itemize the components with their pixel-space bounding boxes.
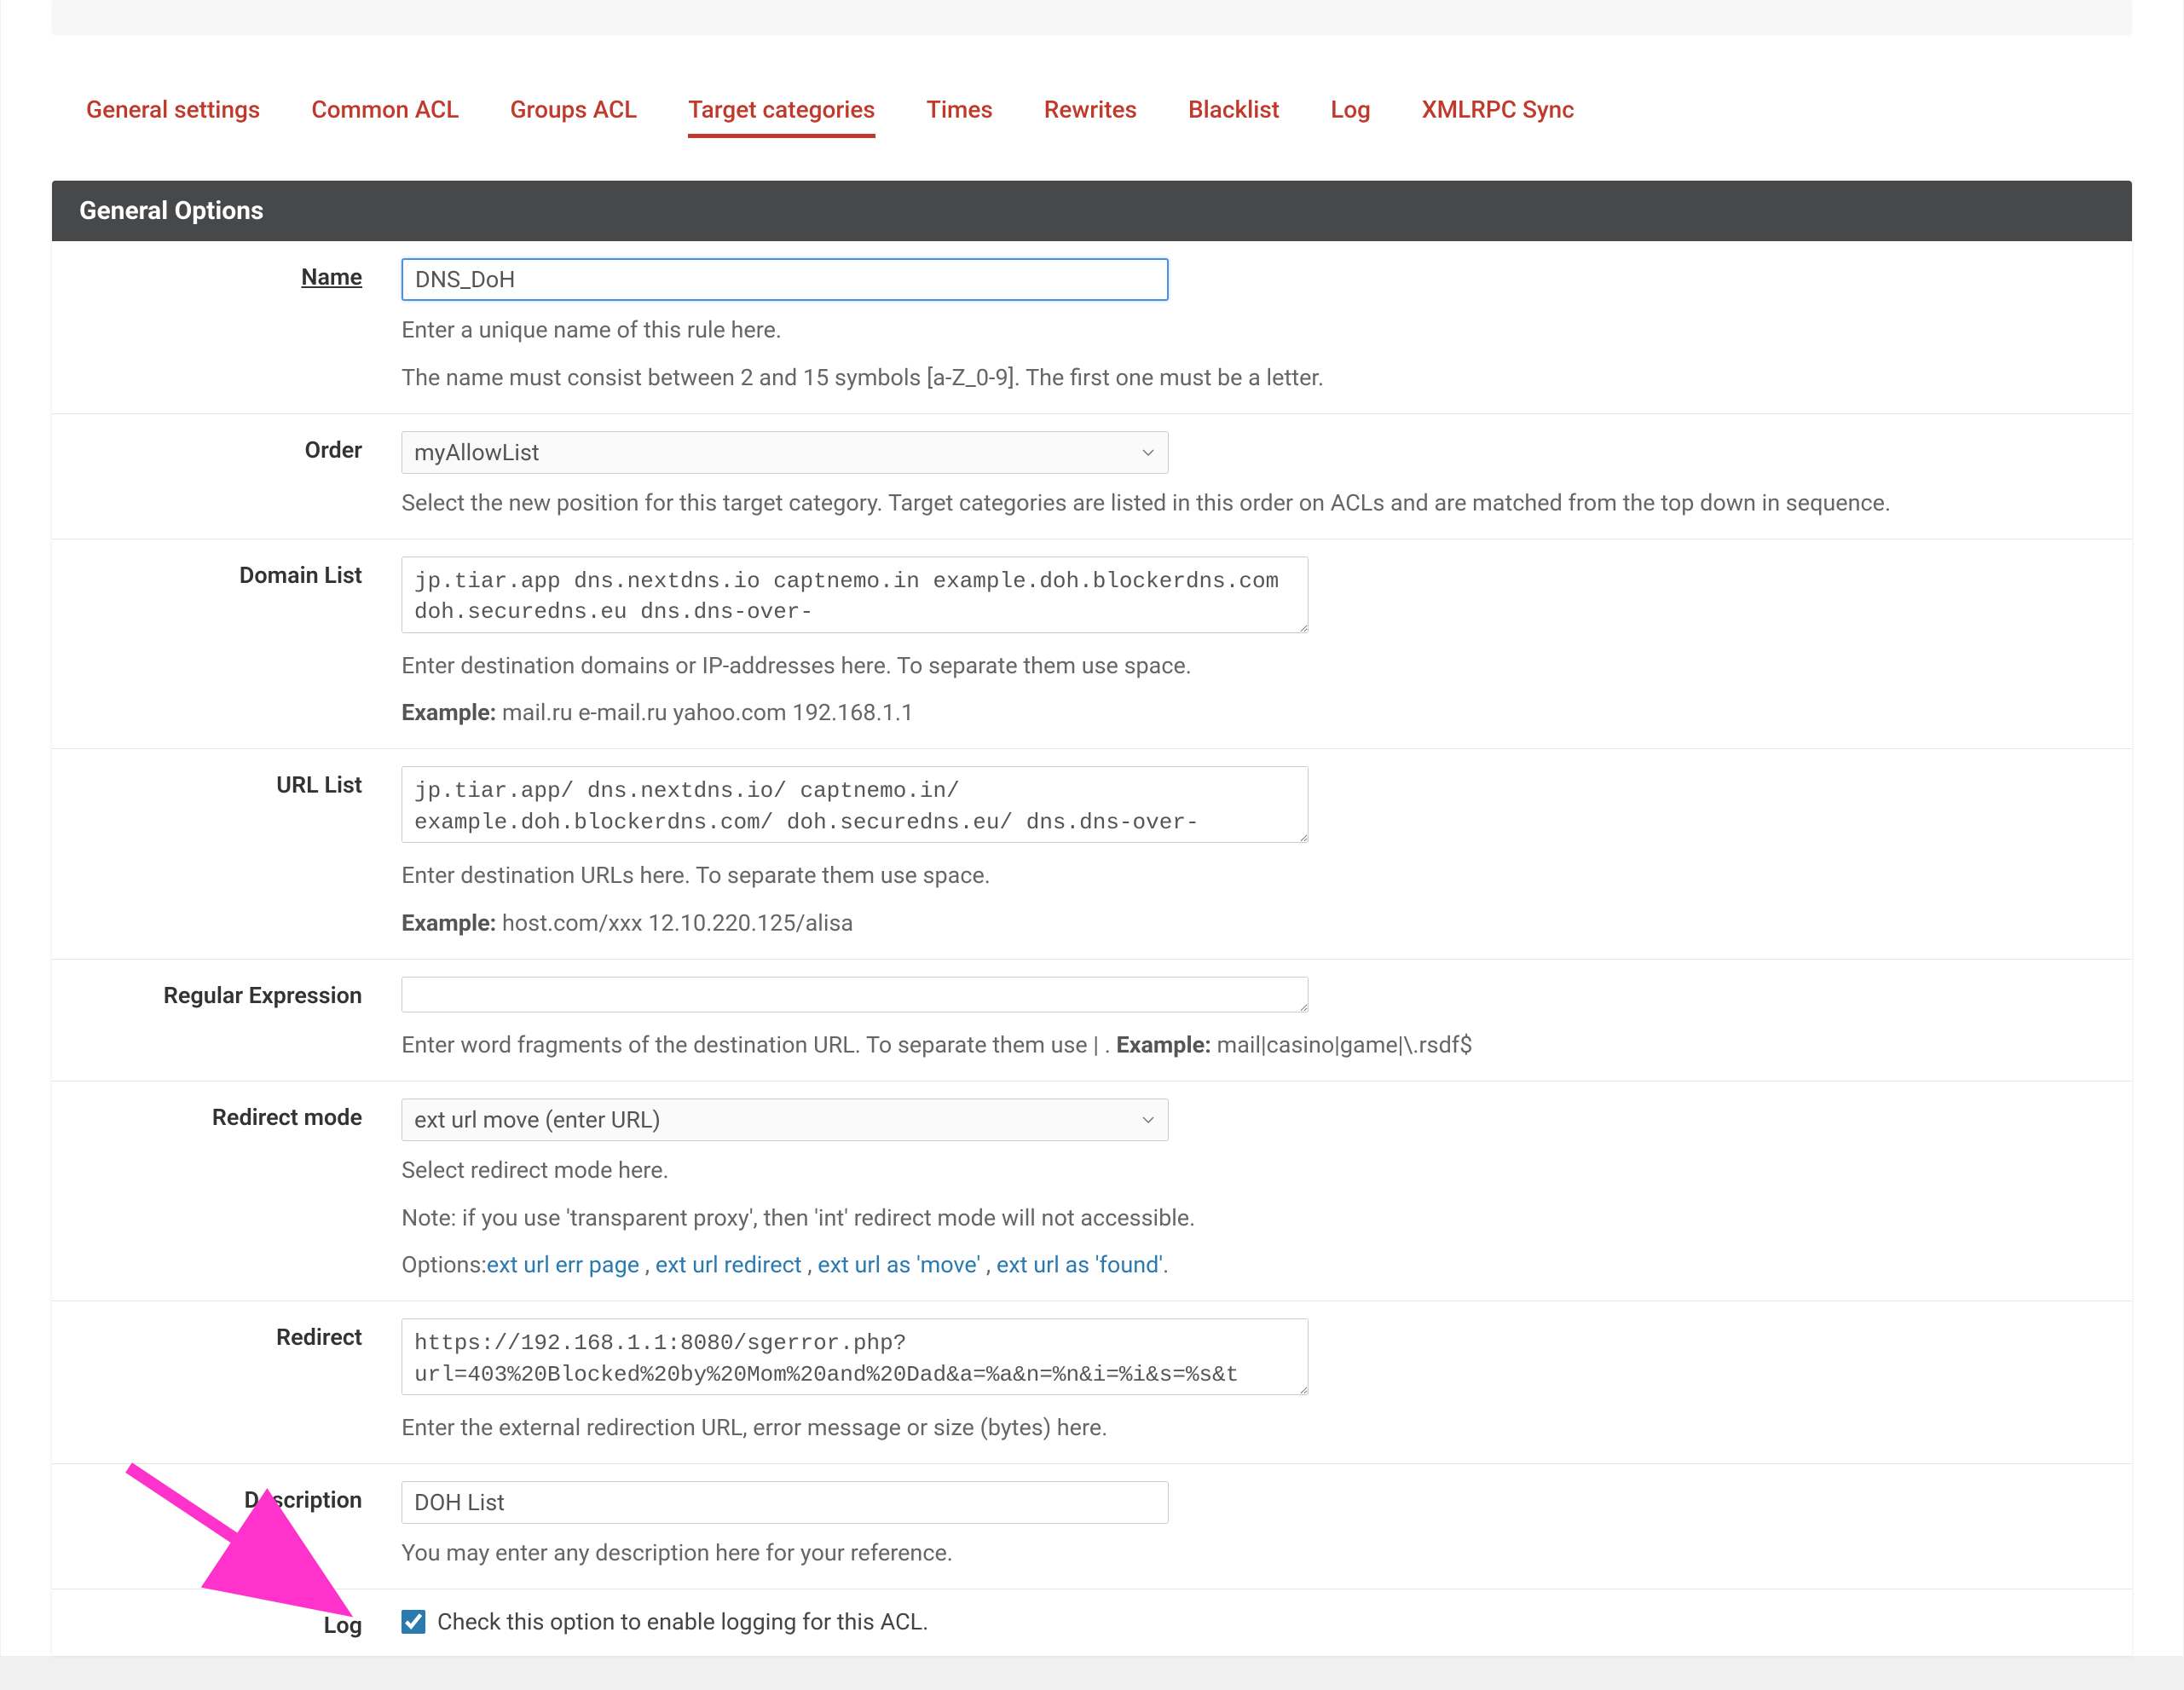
tab-groups-acl[interactable]: Groups ACL bbox=[510, 85, 637, 138]
url-list-textarea[interactable]: jp.tiar.app/ dns.nextdns.io/ captnemo.in… bbox=[402, 766, 1309, 843]
tab-rewrites[interactable]: Rewrites bbox=[1044, 85, 1137, 138]
top-bar bbox=[52, 0, 2132, 34]
row-name: Name Enter a unique name of this rule he… bbox=[52, 241, 2132, 414]
regex-help: Enter word fragments of the destination … bbox=[402, 1028, 2098, 1064]
description-input[interactable] bbox=[402, 1481, 1169, 1524]
log-checkbox[interactable] bbox=[402, 1610, 425, 1634]
label-order: Order bbox=[52, 431, 402, 464]
row-log: Log Check this option to enable logging … bbox=[52, 1589, 2132, 1656]
order-help: Select the new position for this target … bbox=[402, 486, 2098, 522]
order-select[interactable]: myAllowList bbox=[402, 431, 1169, 474]
redirect-help: Enter the external redirection URL, erro… bbox=[402, 1410, 2098, 1446]
label-redirect: Redirect bbox=[52, 1318, 402, 1351]
domain-list-example: Example: mail.ru e-mail.ru yahoo.com 192… bbox=[402, 695, 2098, 731]
tabs-row: General settings Common ACL Groups ACL T… bbox=[1, 51, 2183, 138]
label-domain-list: Domain List bbox=[52, 557, 402, 589]
regex-textarea[interactable] bbox=[402, 977, 1309, 1012]
opt-ext-url-move[interactable]: ext url as 'move' bbox=[818, 1251, 980, 1278]
label-regex: Regular Expression bbox=[52, 977, 402, 1009]
label-log: Log bbox=[52, 1606, 402, 1639]
label-description: Description bbox=[52, 1481, 402, 1514]
description-help: You may enter any description here for y… bbox=[402, 1536, 2098, 1572]
opt-ext-url-redirect[interactable]: ext url redirect bbox=[656, 1251, 802, 1278]
redirect-mode-options: Options:ext url err page , ext url redir… bbox=[402, 1248, 2098, 1283]
redirect-mode-help1: Select redirect mode here. bbox=[402, 1153, 2098, 1189]
row-order: Order myAllowList Select the new positio… bbox=[52, 414, 2132, 539]
label-redirect-mode: Redirect mode bbox=[52, 1099, 402, 1131]
tab-times[interactable]: Times bbox=[927, 85, 993, 138]
row-description: Description You may enter any descriptio… bbox=[52, 1464, 2132, 1589]
url-list-help: Enter destination URLs here. To separate… bbox=[402, 858, 2098, 894]
name-help1: Enter a unique name of this rule here. bbox=[402, 313, 2098, 349]
redirect-mode-select[interactable]: ext url move (enter URL) bbox=[402, 1099, 1169, 1141]
row-redirect: Redirect https://192.168.1.1:8080/sgerro… bbox=[52, 1301, 2132, 1464]
url-list-example: Example: host.com/xxx 12.10.220.125/alis… bbox=[402, 906, 2098, 942]
tab-xmlrpc-sync[interactable]: XMLRPC Sync bbox=[1422, 85, 1574, 138]
redirect-mode-help2: Note: if you use 'transparent proxy', th… bbox=[402, 1201, 2098, 1237]
row-regex: Regular Expression Enter word fragments … bbox=[52, 960, 2132, 1081]
tab-common-acl[interactable]: Common ACL bbox=[311, 85, 459, 138]
opt-ext-url-err-page[interactable]: ext url err page bbox=[487, 1251, 639, 1278]
tab-general-settings[interactable]: General settings bbox=[86, 85, 260, 138]
row-url-list: URL List jp.tiar.app/ dns.nextdns.io/ ca… bbox=[52, 749, 2132, 960]
row-redirect-mode: Redirect mode ext url move (enter URL) S… bbox=[52, 1081, 2132, 1302]
panel-title: General Options bbox=[52, 181, 2132, 241]
domain-list-help: Enter destination domains or IP-addresse… bbox=[402, 649, 2098, 684]
redirect-textarea[interactable]: https://192.168.1.1:8080/sgerror.php?url… bbox=[402, 1318, 1309, 1395]
name-input[interactable] bbox=[402, 258, 1169, 301]
tab-target-categories[interactable]: Target categories bbox=[688, 85, 875, 138]
opt-ext-url-found[interactable]: ext url as 'found' bbox=[997, 1251, 1163, 1278]
tab-blacklist[interactable]: Blacklist bbox=[1188, 85, 1280, 138]
name-help2: The name must consist between 2 and 15 s… bbox=[402, 360, 2098, 396]
row-domain-list: Domain List jp.tiar.app dns.nextdns.io c… bbox=[52, 539, 2132, 750]
label-url-list: URL List bbox=[52, 766, 402, 799]
log-checkbox-label: Check this option to enable logging for … bbox=[437, 1608, 928, 1635]
tab-log[interactable]: Log bbox=[1331, 85, 1371, 138]
general-options-panel: General Options Name Enter a unique name… bbox=[52, 181, 2132, 1656]
domain-list-textarea[interactable]: jp.tiar.app dns.nextdns.io captnemo.in e… bbox=[402, 557, 1309, 633]
label-name: Name bbox=[52, 258, 402, 291]
